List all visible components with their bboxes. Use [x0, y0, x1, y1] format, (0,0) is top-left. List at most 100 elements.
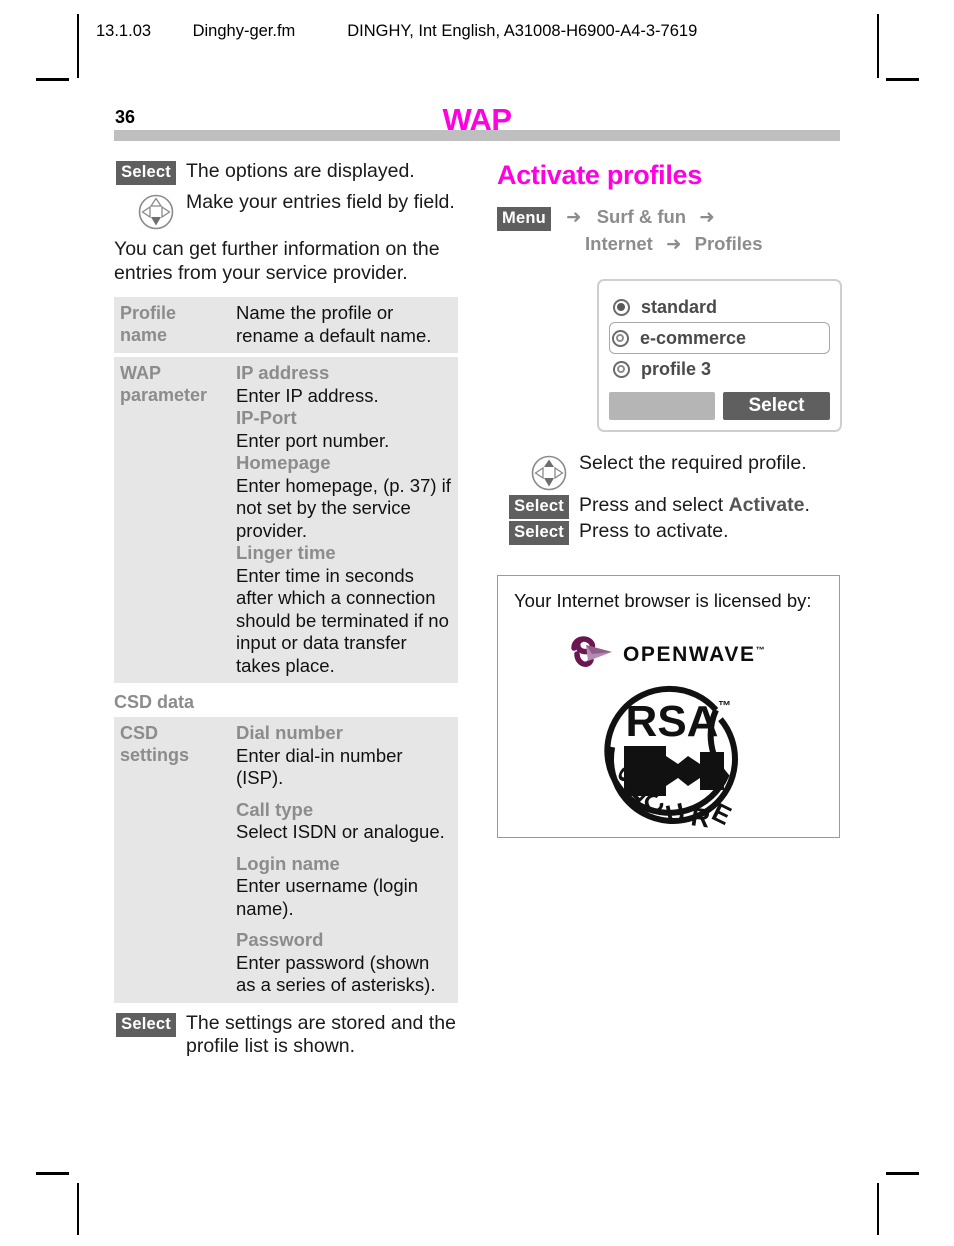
step-text-after: .: [804, 494, 810, 516]
step-row: Select The options are displayed.: [114, 160, 464, 185]
arrow-icon: ➜: [665, 233, 682, 254]
arrow-icon: ➜: [699, 206, 715, 227]
table-row-label: WAP parameter: [114, 357, 230, 683]
step-text: Press to activate.: [579, 520, 729, 542]
entry-desc: Enter password (shown as a series of ast…: [236, 951, 436, 996]
step-key: Select: [497, 520, 579, 545]
running-header: 13.1.03 Dinghy-ger.fm DINGHY, Int Englis…: [96, 22, 886, 46]
right-column: Activate profiles Menu ➜ Surf & fun ➜ In…: [497, 160, 842, 838]
menu-breadcrumb: Menu ➜ Surf & fun ➜ Internet ➜ Profiles: [497, 204, 842, 257]
table-row-value: IP address Enter IP address. IP-Port Ent…: [230, 357, 458, 683]
select-softkey[interactable]: Select: [116, 161, 176, 185]
trademark-icon: ™: [755, 645, 765, 655]
profile-option-e-commerce[interactable]: e-commerce: [609, 322, 830, 354]
left-column: Select The options are displayed. Make y…: [114, 160, 464, 1060]
navigation-pad-icon: [529, 453, 569, 493]
entry-title: Linger time: [236, 542, 336, 563]
navigation-pad-icon: [136, 192, 176, 232]
svg-text:E: E: [707, 796, 736, 831]
svg-text:™: ™: [718, 698, 731, 713]
rsa-secure-logo: RSA ™ S E C U R E: [598, 684, 748, 839]
profile-option-label: profile 3: [641, 358, 712, 379]
phone-screen-mockup: standard e-commerce profile 3 Select: [597, 279, 842, 432]
crop-mark-top-left-horizontal: [36, 78, 69, 81]
profile-option-label: e-commerce: [640, 327, 747, 348]
intro-paragraph: You can get further information on the e…: [114, 238, 440, 284]
entry-desc: Enter username (login name).: [236, 875, 419, 919]
step-row: Select Press and select Activate.: [497, 494, 842, 519]
openwave-wordmark: OPENWAVE™: [623, 643, 765, 666]
entry-desc: Enter IP address.: [236, 384, 379, 406]
arrow-icon: ➜: [566, 206, 582, 227]
header-filename: Dinghy-ger.fm: [192, 22, 296, 40]
phone-left-softkey[interactable]: [609, 392, 715, 420]
step-emphasis: Activate: [728, 494, 805, 516]
step-key: Select: [497, 494, 579, 519]
step-text: The settings are stored and the profile …: [186, 1011, 456, 1057]
breadcrumb-item-surf-and-fun[interactable]: Surf & fun: [597, 206, 686, 227]
step-row: Select Press to activate.: [497, 520, 842, 545]
entry-title: Dial number: [236, 722, 343, 743]
wap-parameter-table: Profile name Name the profile or rename …: [114, 297, 458, 683]
step-row: Make your entries field by field.: [114, 191, 464, 232]
select-softkey[interactable]: Select: [509, 521, 569, 545]
crop-mark-bottom-right-vertical: [877, 1183, 879, 1235]
entry-desc: Enter time in seconds after which a conn…: [236, 564, 449, 676]
phone-softkey-bar: Select: [609, 392, 830, 420]
entry-desc: Enter homepage, (p. 37) if not set by th…: [236, 474, 451, 541]
entry-title: IP-Port: [236, 407, 297, 428]
crop-mark-top-left-vertical: [77, 14, 79, 78]
crop-mark-bottom-left-vertical: [77, 1183, 79, 1235]
step-text: Make your entries field by field.: [186, 191, 455, 213]
step-text: The options are displayed.: [186, 160, 415, 182]
title-rule: [114, 130, 840, 141]
openwave-mark-icon: [571, 636, 612, 667]
step-key: Select: [114, 1012, 186, 1037]
entry-title: Password: [236, 929, 324, 950]
profile-option-label: standard: [641, 296, 718, 317]
menu-softkey[interactable]: Menu: [497, 207, 551, 231]
header-reference: DINGHY, Int English, A31008-H6900-A4-3-7…: [347, 22, 698, 40]
crop-mark-bottom-right-horizontal: [886, 1172, 919, 1175]
step-text: Press and select Activate.: [579, 494, 842, 517]
radio-button-icon[interactable]: [612, 329, 629, 347]
step-key: [114, 191, 186, 232]
step-text-before: Press and select: [579, 494, 729, 516]
header-date: 13.1.03: [96, 22, 152, 40]
entry-desc: Name the profile or rename a default nam…: [236, 302, 432, 346]
crop-mark-top-right-horizontal: [886, 78, 919, 81]
entry-title: Homepage: [236, 452, 331, 473]
step-text: Select the required profile.: [579, 452, 807, 474]
breadcrumb-item-internet[interactable]: Internet: [585, 233, 653, 254]
entry-desc: Enter port number.: [236, 429, 390, 451]
table-row-label: CSD settings: [114, 717, 230, 1003]
profile-option-profile-3[interactable]: profile 3: [609, 354, 830, 384]
table-row-label: Profile name: [114, 297, 230, 353]
entry-title: IP address: [236, 362, 330, 383]
section-title: Activate profiles: [497, 160, 702, 190]
profile-option-standard[interactable]: standard: [609, 292, 830, 322]
crop-mark-bottom-left-horizontal: [36, 1172, 69, 1175]
license-box: Your Internet browser is licensed by: OP…: [497, 575, 840, 838]
step-key: Select: [114, 160, 186, 185]
svg-text:U: U: [663, 797, 688, 830]
phone-right-softkey-select[interactable]: Select: [723, 392, 830, 420]
table-row: CSD settings Dial number Enter dial-in n…: [114, 717, 458, 1003]
svg-text:RSA: RSA: [626, 697, 719, 746]
entry-title: Login name: [236, 852, 340, 874]
openwave-logo: OPENWAVE™: [568, 634, 765, 676]
table-row: Profile name Name the profile or rename …: [114, 297, 458, 353]
license-text: Your Internet browser is licensed by:: [514, 590, 812, 611]
csd-settings-table: CSD settings Dial number Enter dial-in n…: [114, 717, 458, 1003]
select-softkey[interactable]: Select: [116, 1012, 176, 1037]
entry-desc: Select ISDN or analogue.: [236, 821, 445, 842]
entry-title: Call type: [236, 798, 314, 820]
table-row-value: Name the profile or rename a default nam…: [230, 297, 458, 353]
step-key: [497, 452, 579, 493]
step-row: Select The settings are stored and the p…: [114, 1012, 464, 1058]
radio-button-icon[interactable]: [613, 360, 630, 378]
select-softkey[interactable]: Select: [509, 495, 569, 519]
entry-desc: Enter dial-in number (ISP).: [236, 744, 403, 789]
breadcrumb-item-profiles[interactable]: Profiles: [695, 233, 763, 254]
radio-button-selected-icon[interactable]: [613, 298, 630, 316]
